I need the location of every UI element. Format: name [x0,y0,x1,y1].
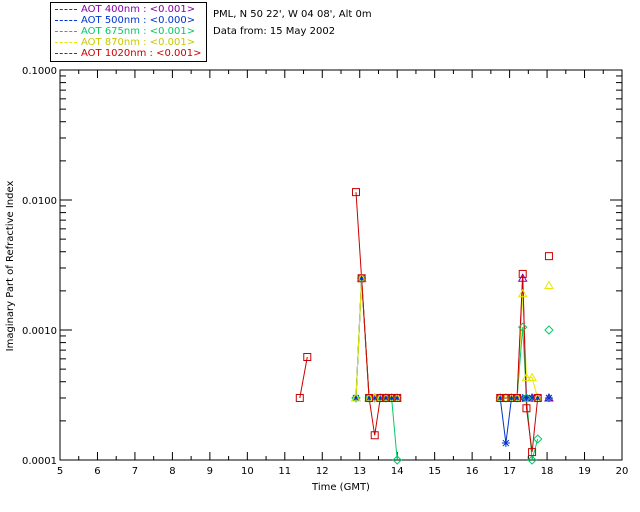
series-line [299,356,308,399]
y-tick-label: 0.0001 [22,456,57,467]
series-line [500,293,539,399]
x-tick-label: 19 [578,466,591,477]
series-line [500,273,539,453]
x-tick-label: 12 [316,466,329,477]
x-axis-label: Time (GMT) [311,482,370,493]
x-tick-label: 9 [207,466,213,477]
x-tick-label: 5 [57,466,63,477]
y-tick-label: 0.1000 [22,66,57,77]
series-markers [295,188,554,465]
x-tick-label: 11 [278,466,291,477]
x-tick-label: 8 [169,466,175,477]
series-lines [299,192,539,461]
x-tick-label: 10 [241,466,254,477]
x-tick-label: 7 [132,466,138,477]
series-line [499,397,538,444]
data-point [544,252,553,261]
x-tick-label: 6 [94,466,100,477]
axes: 5 6 7 8 9 10 11 12 13 14 15 16 17 18 19 20 0.0001 0.0010 0… [22,66,628,477]
y-tick-label: 0.0100 [22,196,57,207]
x-tick-label: 17 [503,466,516,477]
series-line [355,278,398,461]
x-tick-label: 16 [466,466,479,477]
data-point [544,325,554,335]
x-tick-label: 15 [428,466,441,477]
x-tick-label: 13 [353,466,366,477]
x-tick-label: 18 [541,466,554,477]
data-point [544,280,554,289]
chart: 5 6 7 8 9 10 11 12 13 14 15 16 17 18 19 20 0.0001 0.0010 0… [5,66,628,493]
x-tick-label: 20 [616,466,629,477]
series-line [355,278,398,399]
x-tick-label: 14 [391,466,404,477]
y-tick-label: 0.0010 [22,326,57,337]
data-point [544,393,553,402]
series-line [355,278,398,399]
series-line [355,278,398,399]
data-point [501,439,510,448]
y-axis-label: Imaginary Part of Refractive Index [5,181,16,352]
